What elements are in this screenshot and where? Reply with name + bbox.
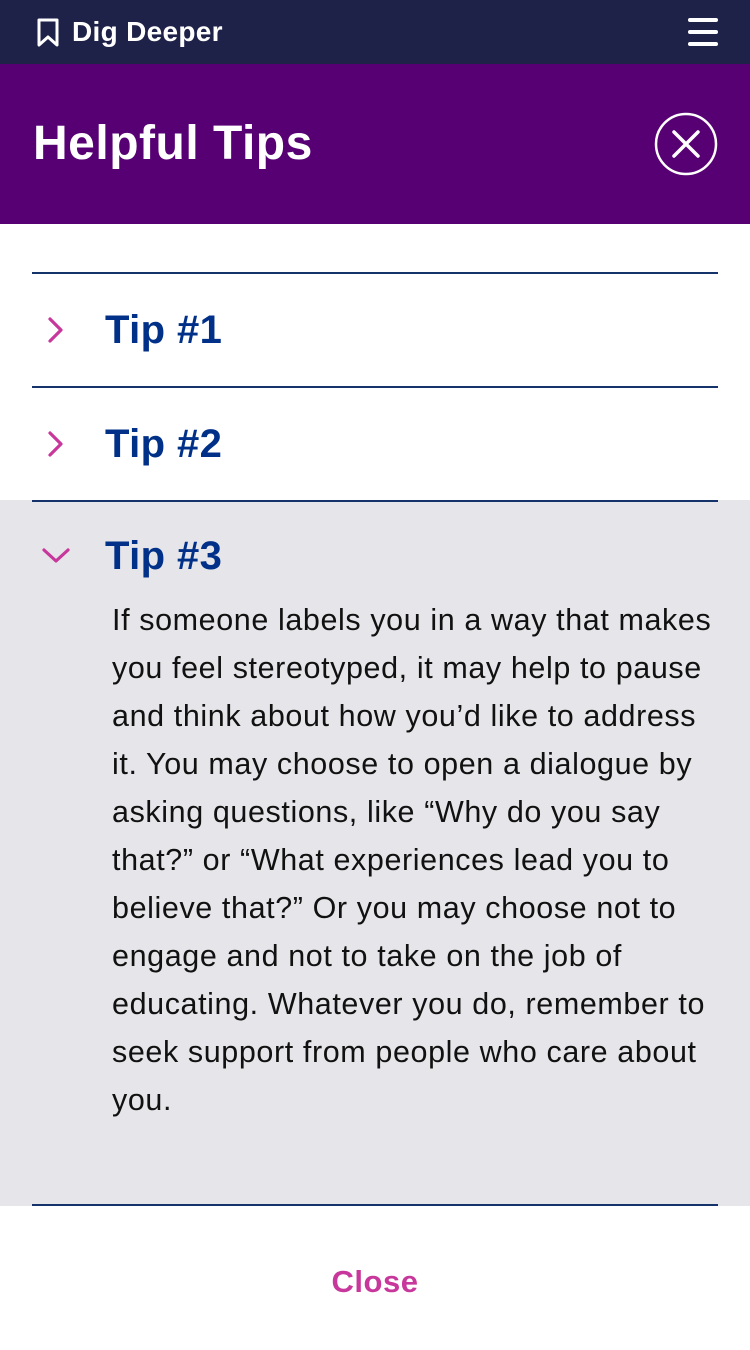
page-title: Helpful Tips: [33, 117, 313, 170]
accordion-item-tip-3[interactable]: Tip #3: [0, 502, 750, 588]
close-circle-icon[interactable]: [654, 112, 718, 176]
divider: [32, 1204, 718, 1206]
tip-body-text: If someone labels you in a way that make…: [112, 603, 712, 1117]
accordion-item-tip-2[interactable]: Tip #2: [0, 388, 750, 500]
top-bar: Dig Deeper: [0, 0, 750, 64]
chevron-right-icon: [48, 317, 63, 343]
accordion-item-tip-1[interactable]: Tip #1: [0, 274, 750, 386]
accordion-item-label: Tip #2: [105, 422, 223, 466]
bookmark-icon[interactable]: [35, 18, 61, 48]
modal-header: Helpful Tips: [0, 64, 750, 224]
accordion-item-label: Tip #1: [105, 308, 223, 352]
chevron-right-icon: [48, 431, 63, 457]
hamburger-menu-icon[interactable]: [686, 16, 720, 48]
app-title: Dig Deeper: [72, 16, 223, 47]
chevron-down-icon: [42, 548, 70, 563]
accordion-item-label: Tip #3: [105, 534, 223, 578]
close-button[interactable]: Close: [0, 1262, 750, 1302]
